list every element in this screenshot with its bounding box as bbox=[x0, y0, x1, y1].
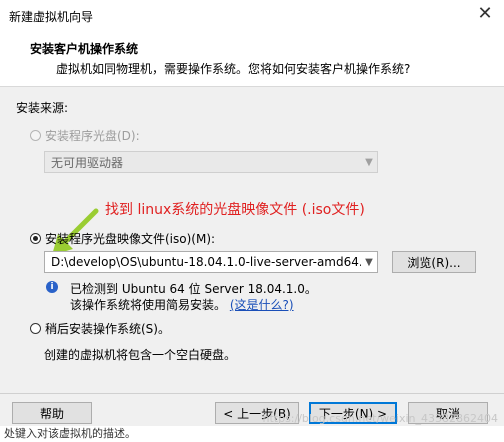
later-option[interactable]: 稍后安装操作系统(S)。 bbox=[30, 320, 170, 337]
easy-install-line: 该操作系统将使用简易安装。 (这是什么?) bbox=[70, 296, 294, 313]
status-bar: 处键入对该虚拟机的描述。 bbox=[0, 426, 504, 442]
status-text: 处键入对该虚拟机的描述。 bbox=[4, 427, 136, 440]
what-is-this-link[interactable]: (这是什么?) bbox=[230, 298, 294, 312]
info-icon: i bbox=[46, 281, 58, 293]
iso-radio[interactable] bbox=[30, 233, 41, 244]
easy-install-text: 该操作系统将使用简易安装。 bbox=[70, 298, 227, 312]
iso-path-combo[interactable]: D:\develop\OS\ubuntu-18.04.1.0-live-serv… bbox=[44, 251, 378, 273]
browse-button[interactable]: 浏览(R)... bbox=[392, 251, 476, 273]
detected-os-text: 已检测到 Ubuntu 64 位 Server 18.04.1.0。 bbox=[70, 282, 317, 296]
iso-path-value[interactable]: D:\develop\OS\ubuntu-18.04.1.0-live-serv… bbox=[45, 255, 361, 269]
watermark-text: https://blog.csdn.net/weixin_43382862404 bbox=[262, 412, 498, 425]
footer-divider bbox=[0, 393, 504, 394]
chevron-down-icon[interactable]: ▼ bbox=[361, 257, 377, 268]
iso-option-label: 安装程序光盘映像文件(iso)(M): bbox=[45, 232, 216, 246]
later-option-label: 稍后安装操作系统(S)。 bbox=[45, 322, 170, 336]
later-radio[interactable] bbox=[30, 323, 41, 334]
later-description: 创建的虚拟机将包含一个空白硬盘。 bbox=[44, 348, 237, 362]
help-button[interactable]: 帮助 bbox=[12, 402, 92, 424]
iso-option[interactable]: 安装程序光盘映像文件(iso)(M): bbox=[30, 230, 215, 247]
annotation-arrow-icon bbox=[52, 208, 99, 255]
